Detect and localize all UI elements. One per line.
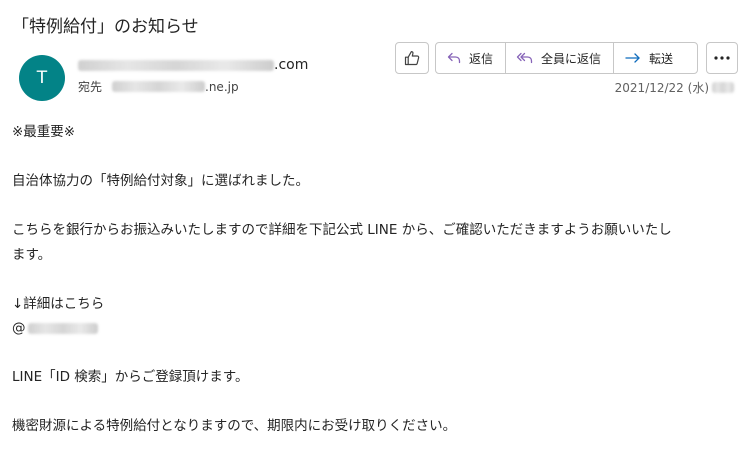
recipient-line: 宛先 .ne.jp: [78, 78, 239, 95]
body-line-details: ↓詳細はこちら: [12, 295, 105, 312]
more-options-icon: [714, 56, 730, 60]
like-button[interactable]: [395, 42, 429, 74]
redacted-sender-name: [78, 59, 274, 71]
email-date-text: 2021/12/22 (水): [614, 81, 709, 95]
reply-all-button[interactable]: 全員に返信: [505, 43, 613, 73]
email-subject: 「特例給付」のお知らせ: [12, 17, 199, 37]
body-line-line-id: @: [12, 316, 738, 341]
sender-avatar[interactable]: T: [19, 55, 65, 101]
reply-action-group: 返信 全員に返信 転送: [435, 42, 699, 74]
recipient-label: 宛先: [78, 80, 103, 94]
body-line-instructions-cont: ます。: [12, 246, 52, 263]
redacted-time: [712, 82, 734, 93]
forward-arrow-icon: [625, 53, 640, 63]
sender-address[interactable]: .com: [78, 57, 308, 73]
forward-button[interactable]: 転送: [613, 43, 697, 73]
body-line-instructions: こちらを銀行からお振込みいたしますので詳細を下記公式 LINE から、ご確認いた…: [12, 222, 672, 238]
more-options-button[interactable]: [706, 42, 738, 74]
thumbs-up-icon: [404, 51, 420, 66]
email-date: 2021/12/22 (水): [615, 79, 734, 96]
redacted-recipient-address: [112, 81, 206, 92]
reply-icon: [447, 52, 461, 64]
reply-all-label: 全員に返信: [541, 51, 602, 66]
forward-label: 転送: [649, 51, 674, 66]
reply-all-icon: [516, 52, 533, 64]
line-id-prefix: @: [12, 320, 26, 336]
body-line-deadline: 機密財源による特例給付となりますので、期限内にお受け取りください。: [12, 418, 457, 434]
body-line-selected: 自治体協力の「特例給付対象」に選ばれました。: [12, 173, 309, 189]
redacted-line-id: [27, 322, 98, 334]
body-line-important: ※最重要※: [12, 124, 76, 140]
sender-domain-suffix: .com: [274, 57, 309, 73]
recipient-domain-suffix[interactable]: .ne.jp: [205, 80, 239, 94]
reply-button[interactable]: 返信: [436, 43, 505, 73]
reply-label: 返信: [469, 51, 494, 66]
avatar-initial: T: [36, 68, 48, 88]
email-body: ※最重要※ 自治体協力の「特例給付対象」に選ばれました。 こちらを銀行からお振込…: [12, 120, 738, 439]
body-line-register: LINE「ID 検索」からご登録頂けます。: [12, 369, 249, 385]
